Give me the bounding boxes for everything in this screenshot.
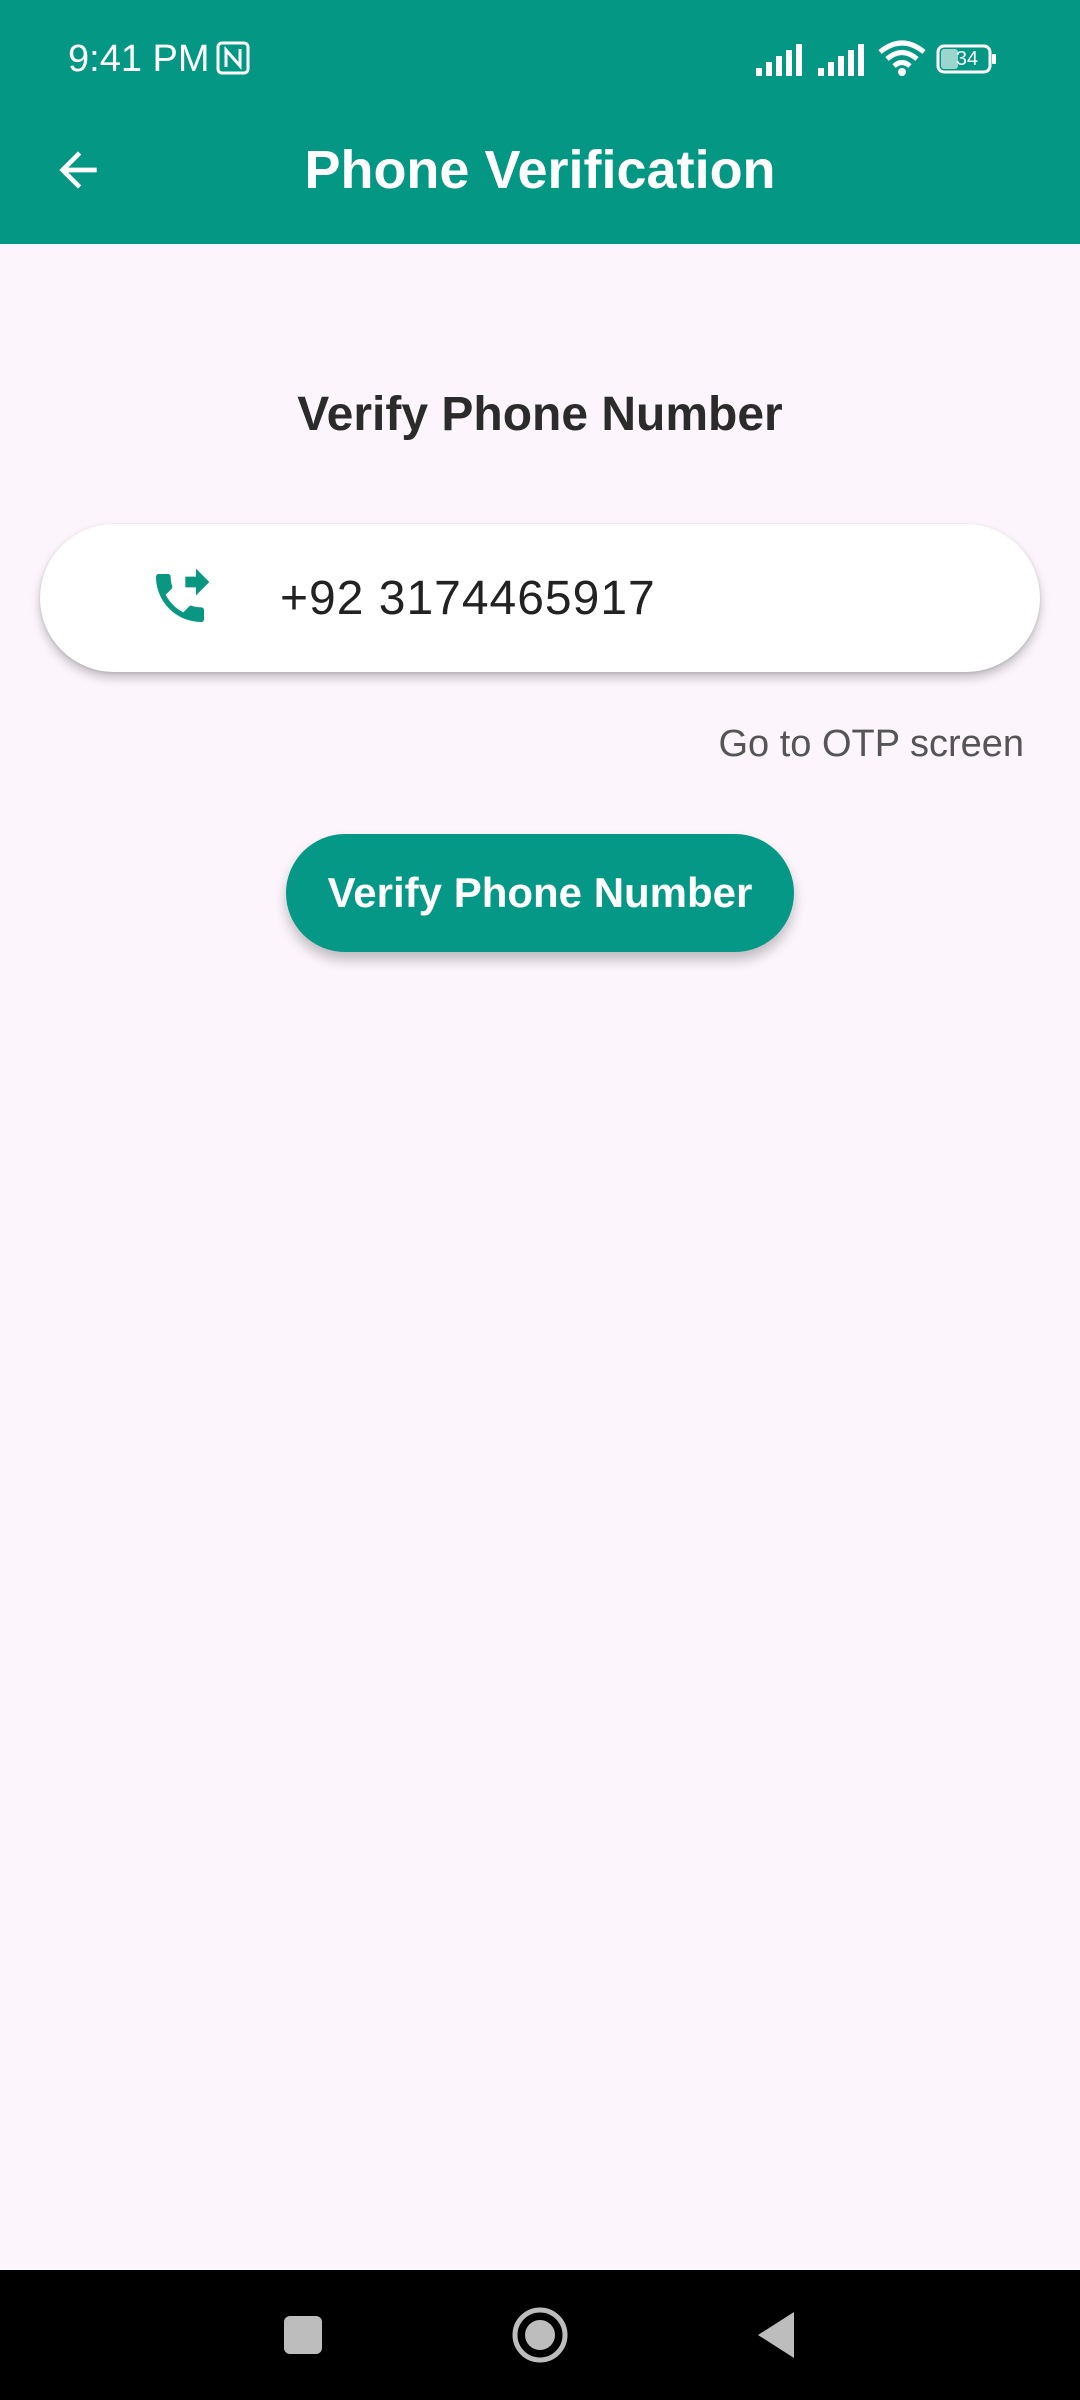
phone-field[interactable]: [40, 524, 1040, 672]
page-title: Phone Verification: [304, 140, 776, 200]
section-heading: Verify Phone Number: [297, 388, 783, 441]
battery-level: 34: [955, 48, 979, 70]
system-nav-bar: [0, 2270, 1080, 2400]
verify-phone-button[interactable]: Verify Phone Number: [286, 834, 794, 952]
back-icon: [758, 2312, 794, 2358]
back-nav-button[interactable]: [742, 2300, 812, 2370]
wifi-icon: [878, 40, 926, 76]
phone-forwarded-icon: [156, 568, 210, 622]
status-bar: 9:41 PM 34: [0, 0, 1080, 116]
recent-apps-icon: [284, 2316, 322, 2354]
signal-icon: [756, 44, 802, 76]
go-to-otp-link[interactable]: Go to OTP screen: [718, 716, 1024, 772]
home-button[interactable]: [505, 2300, 575, 2370]
nfc-icon: [216, 41, 250, 75]
arrow-back-icon: [59, 151, 97, 189]
home-icon: [512, 2307, 568, 2363]
recent-apps-button[interactable]: [268, 2300, 338, 2370]
back-button[interactable]: [30, 122, 126, 218]
app-bar: Phone Verification: [0, 116, 1080, 244]
phone-number-input[interactable]: [280, 558, 980, 638]
status-time: 9:41 PM: [68, 38, 210, 80]
signal-icon: [818, 44, 864, 76]
